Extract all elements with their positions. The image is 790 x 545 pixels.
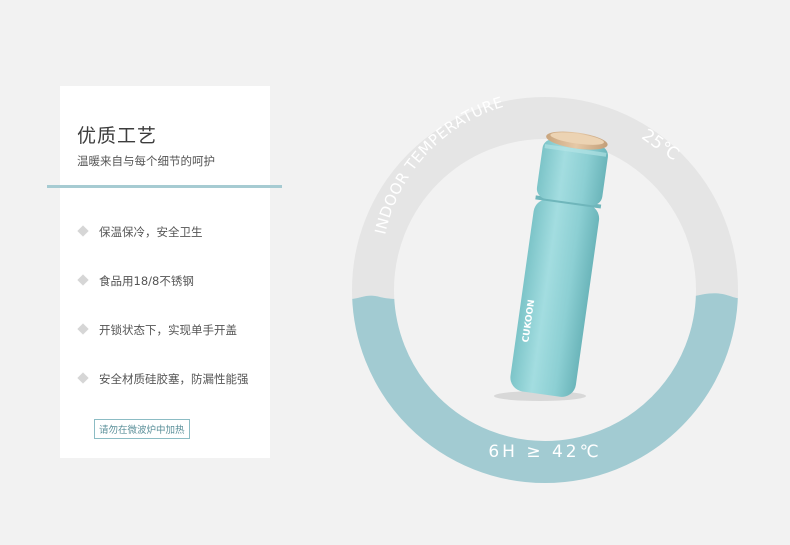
- bottle: CUKOON: [510, 131, 608, 397]
- bottle-body: [510, 199, 600, 397]
- product-scene: INDOOR TEMPERATURE 25℃ 6H ≥ 42℃ CUKOON: [352, 93, 738, 483]
- keep-warm-spec: 6H ≥ 42℃: [488, 442, 601, 462]
